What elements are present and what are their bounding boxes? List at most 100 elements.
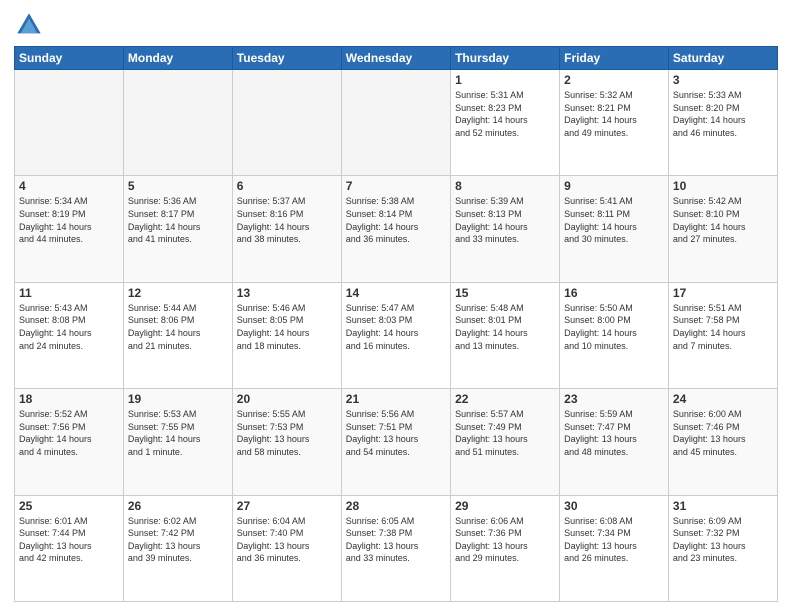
day-number: 14 bbox=[346, 286, 446, 300]
calendar-page: SundayMondayTuesdayWednesdayThursdayFrid… bbox=[0, 0, 792, 612]
calendar-cell bbox=[123, 70, 232, 176]
calendar-cell: 18Sunrise: 5:52 AM Sunset: 7:56 PM Dayli… bbox=[15, 389, 124, 495]
day-info: Sunrise: 5:53 AM Sunset: 7:55 PM Dayligh… bbox=[128, 408, 228, 458]
calendar-cell: 19 Sunrise: 5:53 AM Sunset: 7:55 PM Dayli… bbox=[123, 389, 232, 495]
day-number: 11 bbox=[19, 286, 119, 300]
calendar-week-row: 25 Sunrise: 6:01 AM Sunset: 7:44 PM Dayli… bbox=[15, 495, 778, 601]
day-number: 21 bbox=[346, 392, 446, 406]
day-info: Sunrise: 5:31 AM Sunset: 8:23 PM Dayligh… bbox=[455, 89, 555, 139]
day-info: Sunrise: 5:55 AM Sunset: 7:53 PM Dayligh… bbox=[237, 408, 337, 458]
day-info: Sunrise: 5:32 AM Sunset: 8:21 PM Dayligh… bbox=[564, 89, 664, 139]
calendar-cell: 2 Sunrise: 5:32 AM Sunset: 8:21 PM Daylig… bbox=[560, 70, 669, 176]
calendar-cell: 10 Sunrise: 5:42 AM Sunset: 8:10 PM Dayli… bbox=[668, 176, 777, 282]
calendar-cell: 16 Sunrise: 5:50 AM Sunset: 8:00 PM Dayli… bbox=[560, 282, 669, 388]
day-number: 25 bbox=[19, 499, 119, 513]
day-info: Sunrise: 5:39 AM Sunset: 8:13 PM Dayligh… bbox=[455, 195, 555, 245]
calendar-week-row: 1 Sunrise: 5:31 AM Sunset: 8:23 PM Daylig… bbox=[15, 70, 778, 176]
day-number: 20 bbox=[237, 392, 337, 406]
logo bbox=[14, 10, 48, 40]
day-info: Sunrise: 5:43 AM Sunset: 8:08 PM Dayligh… bbox=[19, 302, 119, 352]
day-number: 26 bbox=[128, 499, 228, 513]
day-number: 5 bbox=[128, 179, 228, 193]
logo-icon bbox=[14, 10, 44, 40]
calendar-cell: 8 Sunrise: 5:39 AM Sunset: 8:13 PM Daylig… bbox=[451, 176, 560, 282]
calendar-cell: 27 Sunrise: 6:04 AM Sunset: 7:40 PM Dayli… bbox=[232, 495, 341, 601]
calendar-cell: 15 Sunrise: 5:48 AM Sunset: 8:01 PM Dayli… bbox=[451, 282, 560, 388]
calendar-cell: 24 Sunrise: 6:00 AM Sunset: 7:46 PM Dayli… bbox=[668, 389, 777, 495]
day-number: 8 bbox=[455, 179, 555, 193]
day-number: 15 bbox=[455, 286, 555, 300]
day-info: Sunrise: 5:51 AM Sunset: 7:58 PM Dayligh… bbox=[673, 302, 773, 352]
day-number: 9 bbox=[564, 179, 664, 193]
day-number: 3 bbox=[673, 73, 773, 87]
day-info: Sunrise: 6:08 AM Sunset: 7:34 PM Dayligh… bbox=[564, 515, 664, 565]
day-info: Sunrise: 5:57 AM Sunset: 7:49 PM Dayligh… bbox=[455, 408, 555, 458]
day-info: Sunrise: 6:04 AM Sunset: 7:40 PM Dayligh… bbox=[237, 515, 337, 565]
day-header-tuesday: Tuesday bbox=[232, 47, 341, 70]
day-number: 23 bbox=[564, 392, 664, 406]
day-info: Sunrise: 5:46 AM Sunset: 8:05 PM Dayligh… bbox=[237, 302, 337, 352]
day-info: Sunrise: 5:41 AM Sunset: 8:11 PM Dayligh… bbox=[564, 195, 664, 245]
calendar-week-row: 18Sunrise: 5:52 AM Sunset: 7:56 PM Dayli… bbox=[15, 389, 778, 495]
calendar-cell: 28 Sunrise: 6:05 AM Sunset: 7:38 PM Dayli… bbox=[341, 495, 450, 601]
day-info: Sunrise: 6:09 AM Sunset: 7:32 PM Dayligh… bbox=[673, 515, 773, 565]
day-info: Sunrise: 5:59 AM Sunset: 7:47 PM Dayligh… bbox=[564, 408, 664, 458]
calendar-cell: 26 Sunrise: 6:02 AM Sunset: 7:42 PM Dayli… bbox=[123, 495, 232, 601]
day-header-wednesday: Wednesday bbox=[341, 47, 450, 70]
day-info: Sunrise: 6:01 AM Sunset: 7:44 PM Dayligh… bbox=[19, 515, 119, 565]
day-number: 24 bbox=[673, 392, 773, 406]
calendar-week-row: 4Sunrise: 5:34 AM Sunset: 8:19 PM Daylig… bbox=[15, 176, 778, 282]
day-number: 13 bbox=[237, 286, 337, 300]
day-number: 18 bbox=[19, 392, 119, 406]
day-number: 2 bbox=[564, 73, 664, 87]
calendar-cell: 23 Sunrise: 5:59 AM Sunset: 7:47 PM Dayli… bbox=[560, 389, 669, 495]
day-header-monday: Monday bbox=[123, 47, 232, 70]
calendar-week-row: 11 Sunrise: 5:43 AM Sunset: 8:08 PM Dayli… bbox=[15, 282, 778, 388]
calendar-cell: 7Sunrise: 5:38 AM Sunset: 8:14 PM Daylig… bbox=[341, 176, 450, 282]
day-number: 22 bbox=[455, 392, 555, 406]
day-info: Sunrise: 6:02 AM Sunset: 7:42 PM Dayligh… bbox=[128, 515, 228, 565]
day-info: Sunrise: 5:48 AM Sunset: 8:01 PM Dayligh… bbox=[455, 302, 555, 352]
day-info: Sunrise: 5:36 AM Sunset: 8:17 PM Dayligh… bbox=[128, 195, 228, 245]
day-number: 7 bbox=[346, 179, 446, 193]
day-header-friday: Friday bbox=[560, 47, 669, 70]
day-info: Sunrise: 6:00 AM Sunset: 7:46 PM Dayligh… bbox=[673, 408, 773, 458]
day-info: Sunrise: 5:37 AM Sunset: 8:16 PM Dayligh… bbox=[237, 195, 337, 245]
calendar-cell: 1 Sunrise: 5:31 AM Sunset: 8:23 PM Daylig… bbox=[451, 70, 560, 176]
day-number: 30 bbox=[564, 499, 664, 513]
calendar-cell: 4Sunrise: 5:34 AM Sunset: 8:19 PM Daylig… bbox=[15, 176, 124, 282]
day-number: 4 bbox=[19, 179, 119, 193]
calendar-cell: 5 Sunrise: 5:36 AM Sunset: 8:17 PM Daylig… bbox=[123, 176, 232, 282]
day-number: 1 bbox=[455, 73, 555, 87]
calendar-table: SundayMondayTuesdayWednesdayThursdayFrid… bbox=[14, 46, 778, 602]
day-info: Sunrise: 5:56 AM Sunset: 7:51 PM Dayligh… bbox=[346, 408, 446, 458]
calendar-cell: 13 Sunrise: 5:46 AM Sunset: 8:05 PM Dayli… bbox=[232, 282, 341, 388]
day-number: 16 bbox=[564, 286, 664, 300]
day-number: 31 bbox=[673, 499, 773, 513]
day-number: 6 bbox=[237, 179, 337, 193]
day-number: 17 bbox=[673, 286, 773, 300]
day-info: Sunrise: 6:05 AM Sunset: 7:38 PM Dayligh… bbox=[346, 515, 446, 565]
day-number: 19 bbox=[128, 392, 228, 406]
calendar-cell bbox=[15, 70, 124, 176]
calendar-cell bbox=[232, 70, 341, 176]
calendar-cell: 25 Sunrise: 6:01 AM Sunset: 7:44 PM Dayli… bbox=[15, 495, 124, 601]
day-number: 12 bbox=[128, 286, 228, 300]
calendar-cell: 9 Sunrise: 5:41 AM Sunset: 8:11 PM Daylig… bbox=[560, 176, 669, 282]
day-info: Sunrise: 5:42 AM Sunset: 8:10 PM Dayligh… bbox=[673, 195, 773, 245]
day-info: Sunrise: 5:50 AM Sunset: 8:00 PM Dayligh… bbox=[564, 302, 664, 352]
day-number: 28 bbox=[346, 499, 446, 513]
calendar-cell: 11 Sunrise: 5:43 AM Sunset: 8:08 PM Dayli… bbox=[15, 282, 124, 388]
calendar-cell: 30 Sunrise: 6:08 AM Sunset: 7:34 PM Dayli… bbox=[560, 495, 669, 601]
calendar-cell: 6 Sunrise: 5:37 AM Sunset: 8:16 PM Daylig… bbox=[232, 176, 341, 282]
day-info: Sunrise: 5:47 AM Sunset: 8:03 PM Dayligh… bbox=[346, 302, 446, 352]
calendar-cell bbox=[341, 70, 450, 176]
calendar-cell: 20 Sunrise: 5:55 AM Sunset: 7:53 PM Dayli… bbox=[232, 389, 341, 495]
day-header-thursday: Thursday bbox=[451, 47, 560, 70]
header bbox=[14, 10, 778, 40]
day-number: 29 bbox=[455, 499, 555, 513]
day-number: 10 bbox=[673, 179, 773, 193]
calendar-cell: 29Sunrise: 6:06 AM Sunset: 7:36 PM Dayli… bbox=[451, 495, 560, 601]
day-number: 27 bbox=[237, 499, 337, 513]
calendar-cell: 14 Sunrise: 5:47 AM Sunset: 8:03 PM Dayli… bbox=[341, 282, 450, 388]
